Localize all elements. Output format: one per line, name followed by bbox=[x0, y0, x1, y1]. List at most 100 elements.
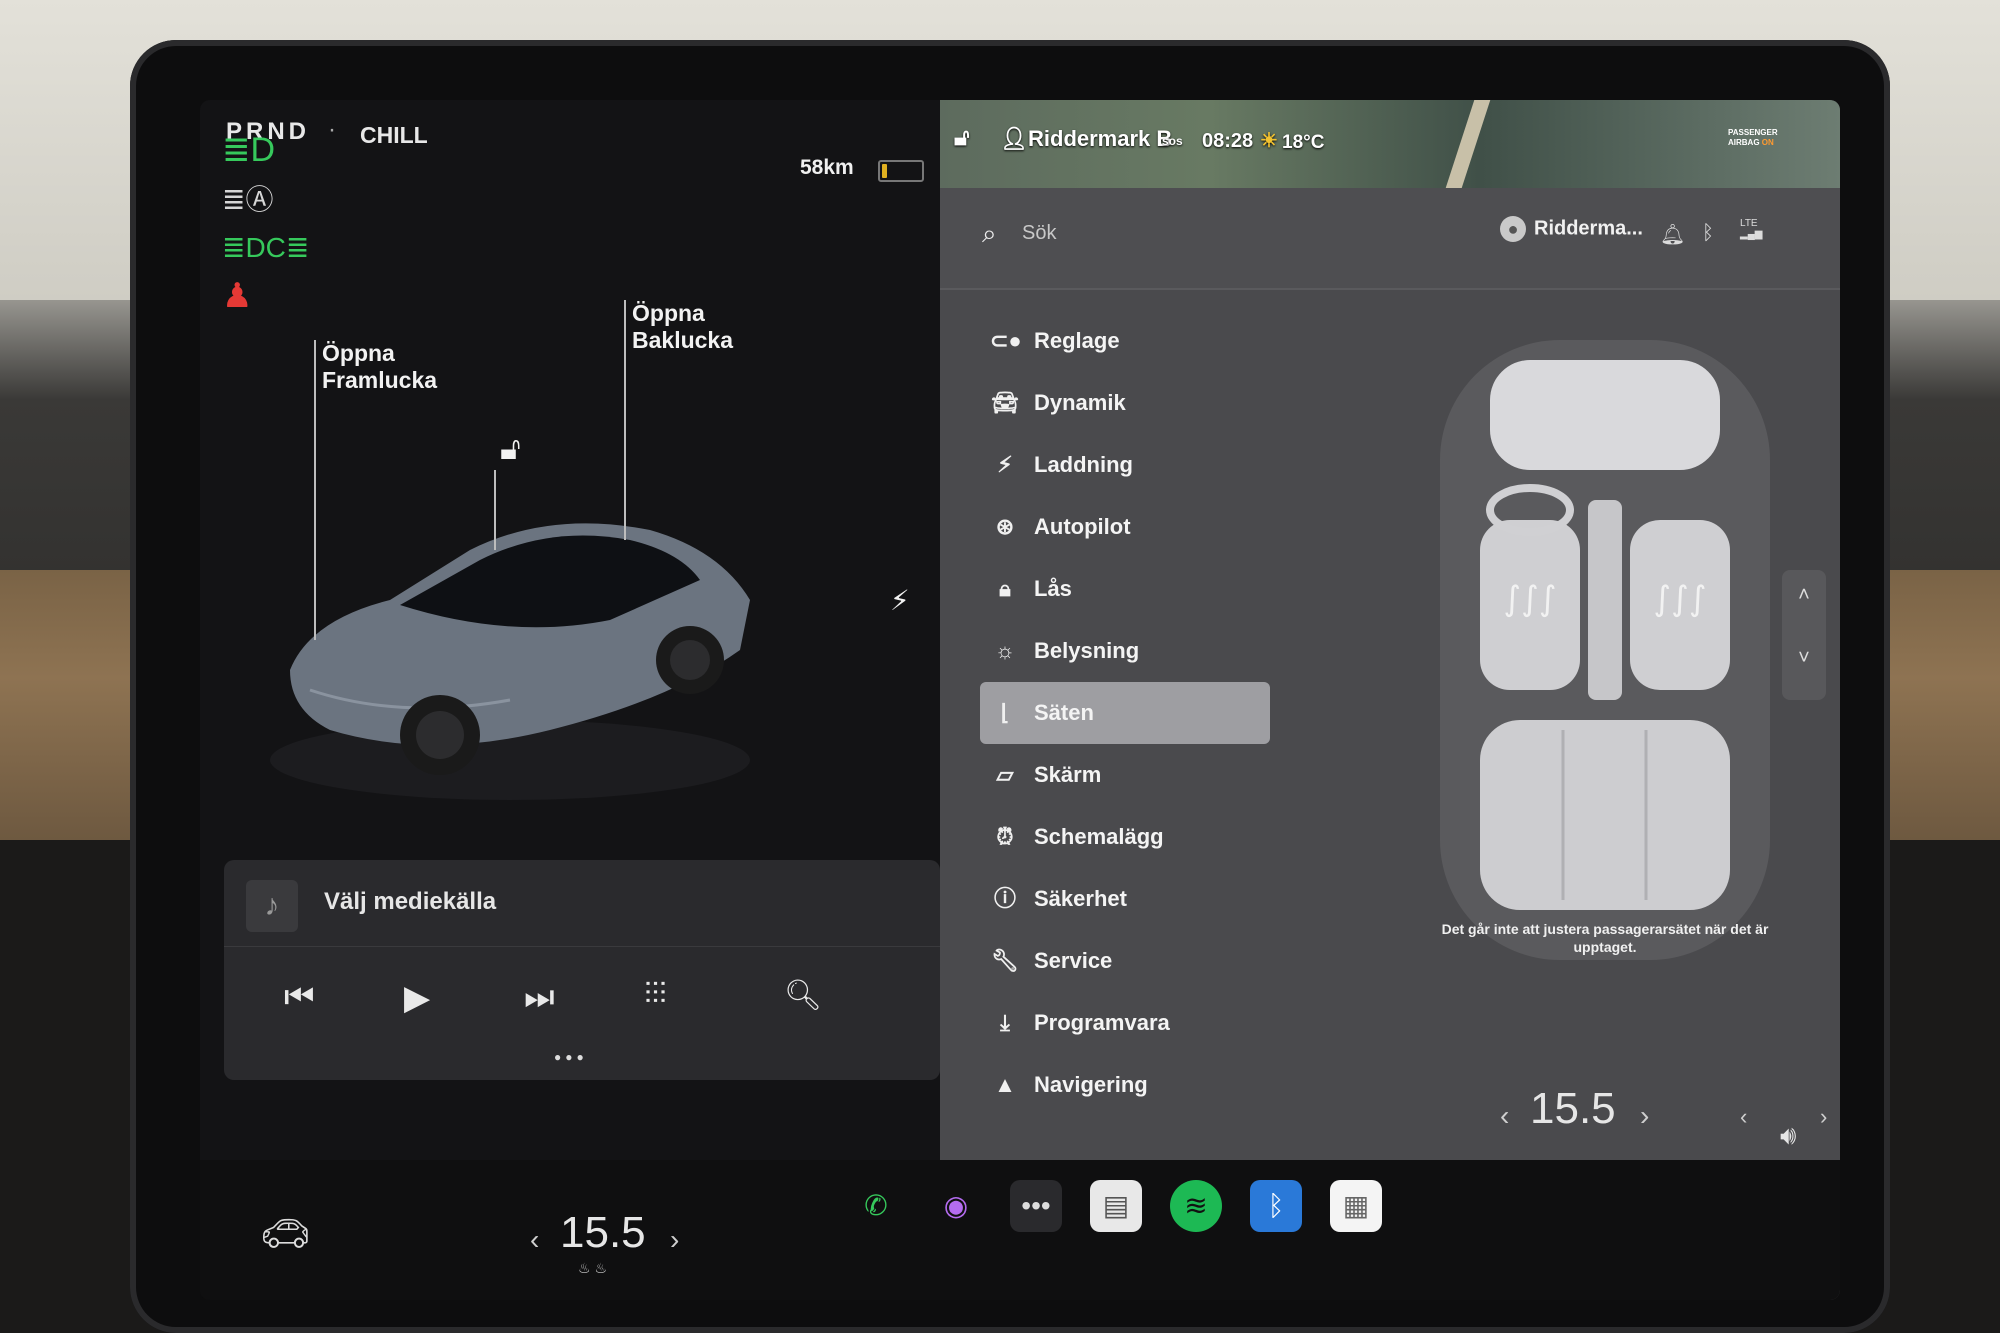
media-pager-dots: ●●● bbox=[554, 1050, 588, 1064]
avatar-icon: ● bbox=[1500, 216, 1526, 242]
menu-item-belysning[interactable]: ☼ Belysning bbox=[980, 620, 1270, 682]
car-icon[interactable]: 🚗︎ bbox=[260, 1210, 311, 1257]
menu-item-säten[interactable]: ⌊ Säten bbox=[980, 682, 1270, 744]
bolt-icon: ⚡︎ bbox=[997, 452, 1013, 477]
battery-icon bbox=[878, 160, 924, 182]
menu-item-service[interactable]: 🔧︎ Service bbox=[980, 930, 1270, 992]
charge-port-icon[interactable]: ⚡︎ bbox=[890, 584, 910, 617]
search-icon[interactable]: ⌕ bbox=[982, 218, 997, 250]
volume-icon[interactable]: 🔊︎ bbox=[1780, 1120, 1796, 1152]
parking-lights-icon: ≣DC≣ bbox=[222, 232, 310, 263]
profile-button[interactable]: ● Ridderma... bbox=[1500, 216, 1643, 242]
settings-menu: ⊂● Reglage 🚘︎ Dynamik ⚡︎ Laddning ⊛ Autopilot 🔒︎… bbox=[980, 310, 1270, 1116]
svg-text:∫∫∫: ∫∫∫ bbox=[1503, 579, 1556, 619]
unlock-icon[interactable]: 🔓︎ bbox=[500, 430, 521, 468]
manual-icon[interactable]: ▤ bbox=[1090, 1180, 1142, 1232]
menu-item-label: Skärm bbox=[1034, 762, 1102, 787]
settings-panel: 🔓︎ 👤︎ Riddermark B sos 08:28 ☀︎ 18°C PAS… bbox=[940, 100, 1840, 1300]
car-icon: 🚘︎ bbox=[991, 390, 1019, 415]
passenger-temp-up-icon[interactable]: › bbox=[1640, 1100, 1649, 1132]
svg-text:∫∫∫: ∫∫∫ bbox=[1653, 579, 1706, 619]
drive-mode: CHILL bbox=[360, 122, 428, 148]
sos-indicator[interactable]: sos bbox=[1162, 134, 1183, 148]
menu-item-säkerhet[interactable]: ⓘ Säkerhet bbox=[980, 868, 1270, 930]
volume-up-icon[interactable]: › bbox=[1820, 1104, 1827, 1130]
menu-item-label: Säkerhet bbox=[1034, 886, 1127, 911]
bell-icon[interactable]: 🔔︎ bbox=[1660, 222, 1685, 247]
menu-item-lås[interactable]: 🔒︎ Lås bbox=[980, 558, 1270, 620]
trunk-leader-line bbox=[624, 300, 626, 540]
menu-item-label: Reglage bbox=[1034, 328, 1120, 353]
menu-item-label: Laddning bbox=[1034, 452, 1133, 477]
sun-icon: ☼ bbox=[994, 638, 1016, 663]
previous-track-icon[interactable]: ⏮︎ bbox=[284, 978, 315, 1017]
chevron-up-icon[interactable]: ˄ bbox=[1782, 584, 1826, 607]
seat-icon: ⌊ bbox=[1000, 700, 1010, 725]
next-track-icon[interactable]: ⏭︎ bbox=[524, 978, 555, 1017]
media-source-row[interactable]: ♪ Välj mediekälla bbox=[224, 860, 940, 947]
frunk-leader-line bbox=[314, 340, 316, 640]
menu-item-autopilot[interactable]: ⊛ Autopilot bbox=[980, 496, 1270, 558]
menu-item-reglage[interactable]: ⊂● Reglage bbox=[980, 310, 1270, 372]
menu-item-label: Säten bbox=[1034, 700, 1094, 725]
seat-adjust-note: Det går inte att justera passagerarsätet… bbox=[1441, 921, 1769, 955]
open-frunk-button[interactable]: Öppna Framlucka bbox=[322, 340, 437, 394]
menu-item-label: Service bbox=[1034, 948, 1113, 973]
clock: 08:28 bbox=[1202, 130, 1254, 152]
play-icon[interactable]: ▶︎ bbox=[404, 978, 430, 1018]
wrench-icon: 🔧︎ bbox=[991, 948, 1019, 973]
phone-icon[interactable]: ✆ bbox=[850, 1180, 902, 1232]
open-trunk-button[interactable]: Öppna Baklucka bbox=[632, 300, 733, 354]
download-icon: ⤓ bbox=[1000, 1010, 1010, 1035]
media-search-icon[interactable]: 🔍︎ bbox=[784, 978, 822, 1013]
auto-headlight-icon: ≣Ⓐ bbox=[222, 184, 274, 215]
menu-item-label: Dynamik bbox=[1034, 390, 1126, 415]
equalizer-icon[interactable]: ⫶⫶⫶ bbox=[644, 978, 667, 1012]
airbag-line2: AIRBAG bbox=[1728, 138, 1760, 147]
calendar-icon[interactable]: ▦ bbox=[1330, 1180, 1382, 1232]
spotify-icon[interactable]: ≋ bbox=[1170, 1180, 1222, 1232]
menu-item-schemalägg[interactable]: ⏰︎ Schemalägg bbox=[980, 806, 1270, 868]
navigation-icon: ▲ bbox=[994, 1072, 1016, 1097]
menu-item-navigering[interactable]: ▲ Navigering bbox=[980, 1054, 1270, 1116]
menu-item-label: Schemalägg bbox=[1034, 824, 1164, 849]
seatbelt-warning-icon: ♟ bbox=[222, 277, 253, 315]
camera-icon[interactable]: ◉ bbox=[930, 1180, 982, 1232]
menu-item-label: Belysning bbox=[1034, 638, 1140, 663]
headlight-icon: ≣D bbox=[222, 131, 276, 169]
volume-down-icon[interactable]: ‹ bbox=[1740, 1104, 1747, 1130]
menu-item-programvara[interactable]: ⤓ Programvara bbox=[980, 992, 1270, 1054]
seat-heat-icon[interactable]: ♨ ♨ bbox=[578, 1260, 607, 1277]
profile-map-icon: 👤︎ bbox=[1000, 126, 1028, 151]
menu-item-laddning[interactable]: ⚡︎ Laddning bbox=[980, 434, 1270, 496]
driver-temperature[interactable]: 15.5 bbox=[560, 1208, 646, 1258]
driver-temp-up-icon[interactable]: › bbox=[670, 1224, 679, 1256]
bluetooth-icon[interactable]: ᛒ bbox=[1702, 222, 1714, 245]
more-apps-icon[interactable]: ••• bbox=[1010, 1180, 1062, 1232]
toggle-icon: ⊂● bbox=[990, 328, 1022, 353]
info-icon: ⓘ bbox=[993, 886, 1016, 911]
screen-icon: ▱ bbox=[996, 762, 1014, 787]
airbag-state: ON bbox=[1761, 138, 1774, 147]
media-player: ♪ Välj mediekälla ⏮︎ ▶︎ ⏭︎ ⫶⫶⫶ 🔍︎ ●●● bbox=[224, 860, 940, 1080]
chevron-down-icon[interactable]: ˅ bbox=[1782, 647, 1826, 670]
driver-temp-down-icon[interactable]: ‹ bbox=[530, 1224, 539, 1256]
menu-item-dynamik[interactable]: 🚘︎ Dynamik bbox=[980, 372, 1270, 434]
airbag-line1: PASSENGER bbox=[1728, 128, 1778, 137]
search-input[interactable]: Sök bbox=[1022, 222, 1056, 245]
menu-item-skärm[interactable]: ▱ Skärm bbox=[980, 744, 1270, 806]
profile-name: Ridderma... bbox=[1534, 217, 1643, 240]
map-location: Riddermark B bbox=[1028, 126, 1173, 151]
bluetooth-app-icon[interactable]: ᛒ bbox=[1250, 1180, 1302, 1232]
separator: · bbox=[328, 116, 336, 143]
passenger-temperature[interactable]: 15.5 bbox=[1530, 1084, 1616, 1134]
passenger-airbag-indicator: PASSENGER AIRBAG ON bbox=[1728, 128, 1812, 166]
seat-scroll-control[interactable]: ˄ ˅ bbox=[1782, 570, 1826, 700]
alarm-clock-icon: ⏰︎ bbox=[996, 824, 1014, 849]
lock-leader-line bbox=[494, 470, 496, 550]
map-status-bar: 🔓︎ 👤︎ Riddermark B sos 08:28 ☀︎ 18°C PAS… bbox=[940, 100, 1840, 188]
passenger-temp-down-icon[interactable]: ‹ bbox=[1500, 1100, 1509, 1132]
touchscreen: PRND · CHILL 58km ≣D ≣Ⓐ ≣DC≣ ♟ Öppna Fra… bbox=[200, 100, 1840, 1300]
unlock-status-icon[interactable]: 🔓︎ bbox=[954, 124, 970, 152]
menu-item-label: Navigering bbox=[1034, 1072, 1148, 1097]
